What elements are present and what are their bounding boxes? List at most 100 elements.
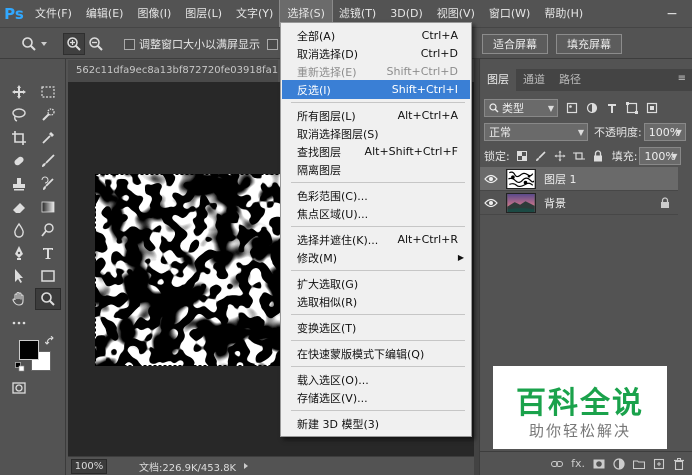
menu-item-label: 扩大选取(G)	[297, 277, 359, 291]
clone-stamp-tool[interactable]	[6, 173, 32, 195]
panel-menu-icon[interactable]: ≡	[678, 73, 686, 84]
trash-icon[interactable]	[673, 457, 685, 470]
layer-row-layer1[interactable]: 图层 1	[480, 167, 678, 191]
menu-item-label: 重新选择(E)	[297, 65, 357, 79]
history-brush-tool[interactable]	[35, 173, 61, 195]
layer-row-background[interactable]: 背景	[480, 191, 678, 215]
menu-window[interactable]: 窗口(W)	[482, 0, 537, 27]
add-mask-icon[interactable]	[593, 458, 605, 470]
quick-mask-button[interactable]	[6, 377, 32, 399]
foreground-color-swatch-front[interactable]	[19, 340, 39, 360]
filter-pixel-icon[interactable]	[566, 102, 578, 114]
gradient-tool[interactable]	[35, 196, 61, 218]
fill-field[interactable]: 100% ▼	[639, 147, 682, 165]
new-group-icon[interactable]	[633, 458, 645, 470]
quick-selection-tool[interactable]	[35, 104, 61, 126]
type-tool[interactable]	[35, 242, 61, 264]
lock-transparent-icon[interactable]	[516, 150, 528, 162]
visibility-toggle[interactable]	[480, 198, 502, 208]
tab-paths[interactable]: 路径	[552, 69, 588, 91]
tab-channels[interactable]: 通道	[516, 69, 552, 91]
menu-file[interactable]: 文件(F)	[28, 0, 79, 27]
zoom-all-windows-checkbox[interactable]	[267, 38, 278, 50]
pen-tool[interactable]	[6, 242, 32, 264]
menu-item-find-layers[interactable]: 查找图层 Alt+Shift+Ctrl+F	[282, 142, 470, 161]
filter-adjustment-icon[interactable]	[586, 102, 598, 114]
opacity-field[interactable]: 100% ▼	[643, 123, 686, 141]
zoom-level-field[interactable]: 100%	[71, 458, 107, 474]
menu-item-modify[interactable]: 修改(M) ▶	[282, 248, 470, 267]
lock-all-icon[interactable]	[592, 150, 604, 162]
brush-tool[interactable]	[35, 150, 61, 172]
tool-preset-picker[interactable]	[18, 33, 48, 55]
resize-window-option[interactable]: 调整窗口大小以满屏显示	[124, 33, 260, 55]
menu-item-label: 取消选择(D)	[297, 47, 359, 61]
rectangle-tool[interactable]	[35, 265, 61, 287]
link-layers-icon[interactable]	[551, 458, 564, 470]
menu-item-new-3d-extrusion[interactable]: 新建 3D 模型(3)	[282, 414, 470, 433]
eraser-tool[interactable]	[6, 196, 32, 218]
fill-screen-button[interactable]: 填充屏幕	[556, 34, 622, 54]
menu-item-similar[interactable]: 选取相似(R)	[282, 292, 470, 311]
crop-icon	[12, 131, 26, 145]
status-bar: 100% 文档:226.9K/453.8K	[68, 456, 474, 475]
menu-edit[interactable]: 编辑(E)	[79, 0, 131, 27]
layer-style-button[interactable]: fx.	[571, 457, 585, 470]
menu-item-deselect[interactable]: 取消选择(D) Ctrl+D	[282, 44, 470, 63]
default-colors-icon[interactable]	[15, 362, 25, 372]
filter-type-icon[interactable]	[606, 102, 618, 114]
photoshop-logo: Ps	[4, 4, 24, 23]
lock-artboard-icon[interactable]	[572, 150, 585, 162]
swap-colors-icon[interactable]	[45, 336, 55, 346]
hand-tool[interactable]	[6, 288, 32, 310]
filter-shape-icon[interactable]	[626, 102, 638, 114]
layer-filter-kind-select[interactable]: 类型 ▼	[484, 99, 558, 117]
visibility-toggle[interactable]	[480, 174, 502, 184]
dodge-tool[interactable]	[35, 219, 61, 241]
menu-item-select-and-mask[interactable]: 选择并遮住(K)... Alt+Ctrl+R	[282, 230, 470, 249]
path-selection-tool[interactable]	[6, 265, 32, 287]
adjustment-layer-icon[interactable]	[613, 457, 625, 470]
filter-smart-object-icon[interactable]	[646, 102, 658, 114]
zoom-tool[interactable]	[35, 288, 61, 310]
menu-image[interactable]: 图像(I)	[130, 0, 178, 27]
menu-item-color-range[interactable]: 色彩范围(C)...	[282, 186, 470, 205]
zoom-out-button[interactable]	[85, 33, 107, 55]
lock-pixels-icon[interactable]	[535, 150, 547, 162]
menu-item-inverse[interactable]: 反选(I) Shift+Ctrl+I	[282, 80, 470, 99]
menu-item-all-layers[interactable]: 所有图层(L) Alt+Ctrl+A	[282, 106, 470, 125]
marquee-tool[interactable]	[35, 81, 61, 103]
document-tab[interactable]: 562c11dfa9ec8a13bf872720fe03918fa1ec	[68, 60, 278, 82]
blend-mode-select[interactable]: 正常 ▼	[484, 123, 588, 141]
healing-brush-tool[interactable]	[6, 150, 32, 172]
menu-item-isolate-layers[interactable]: 隔离图层	[282, 160, 470, 179]
blur-tool[interactable]	[6, 219, 32, 241]
menu-type[interactable]: 文字(Y)	[229, 0, 280, 27]
menu-item-label: 选择并遮住(K)...	[297, 233, 379, 247]
history-brush-icon	[41, 176, 54, 190]
lasso-tool[interactable]	[6, 104, 32, 126]
menu-layer[interactable]: 图层(L)	[178, 0, 229, 27]
menu-item-save-selection[interactable]: 存储选区(V)...	[282, 388, 470, 407]
menu-item-deselect-layers[interactable]: 取消选择图层(S)	[282, 124, 470, 143]
resize-window-checkbox[interactable]	[124, 38, 135, 50]
menu-help[interactable]: 帮助(H)	[537, 0, 590, 27]
menu-item-transform-selection[interactable]: 变换选区(T)	[282, 318, 470, 337]
fit-screen-button[interactable]: 适合屏幕	[482, 34, 548, 54]
menu-item-select-all[interactable]: 全部(A) Ctrl+A	[282, 26, 470, 45]
minimize-button[interactable]: −	[652, 0, 692, 27]
crop-tool[interactable]	[6, 127, 32, 149]
zoom-in-button[interactable]	[63, 33, 85, 55]
lock-position-icon[interactable]	[554, 150, 566, 162]
eyedropper-tool[interactable]	[35, 127, 61, 149]
menu-item-reselect[interactable]: 重新选择(E) Shift+Ctrl+D	[282, 62, 470, 81]
more-tools[interactable]	[6, 311, 32, 333]
move-tool[interactable]	[6, 81, 32, 103]
tab-layers[interactable]: 图层	[480, 69, 516, 91]
menu-item-grow[interactable]: 扩大选取(G)	[282, 274, 470, 293]
menu-item-load-selection[interactable]: 载入选区(O)...	[282, 370, 470, 389]
chevron-right-icon[interactable]	[242, 462, 250, 470]
menu-item-focus-area[interactable]: 焦点区域(U)...	[282, 204, 470, 223]
menu-item-quick-mask[interactable]: 在快速蒙版模式下编辑(Q)	[282, 344, 470, 363]
new-layer-icon[interactable]	[653, 458, 665, 470]
